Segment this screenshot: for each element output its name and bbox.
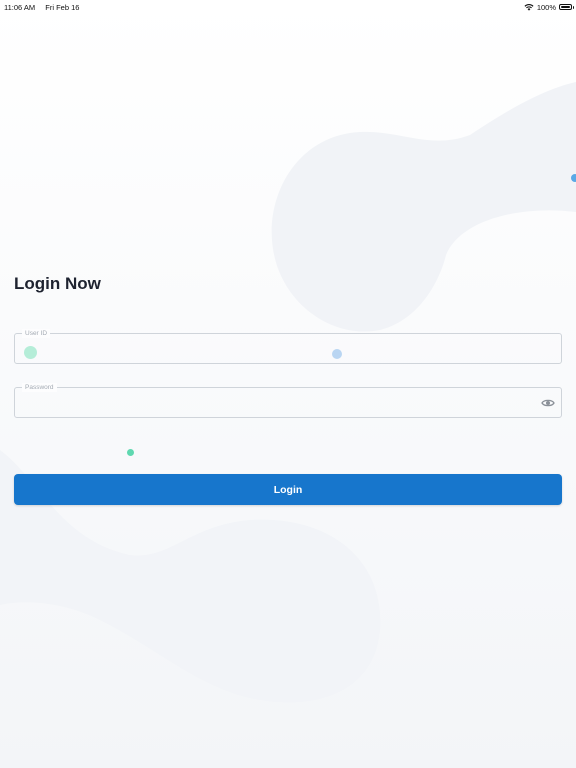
background-shapes <box>0 0 576 768</box>
battery-fill <box>561 6 570 8</box>
password-field[interactable]: Password <box>14 383 562 418</box>
user-id-field[interactable]: User ID <box>14 329 562 364</box>
battery-icon <box>559 4 574 10</box>
battery-percent: 100% <box>536 2 556 12</box>
user-id-label: User ID <box>22 329 51 338</box>
status-bar: 11:06 AM Fri Feb 16 100% <box>0 0 576 14</box>
status-left: 11:06 AM Fri Feb 16 <box>4 3 87 12</box>
decorative-dot <box>332 349 342 359</box>
status-right: 100% <box>524 2 574 12</box>
password-input[interactable] <box>15 388 561 417</box>
decorative-dot <box>24 346 37 359</box>
eye-icon[interactable] <box>541 397 555 409</box>
wifi-icon <box>524 4 534 11</box>
decorative-dot <box>127 449 134 456</box>
status-time: 11:06 AM <box>4 2 36 12</box>
login-button[interactable]: Login <box>14 474 562 505</box>
page-title: Login Now <box>14 274 101 293</box>
status-date: Fri Feb 16 <box>45 2 80 12</box>
user-id-input[interactable] <box>15 334 561 363</box>
decorative-dot <box>571 174 576 182</box>
password-label: Password <box>22 383 57 392</box>
